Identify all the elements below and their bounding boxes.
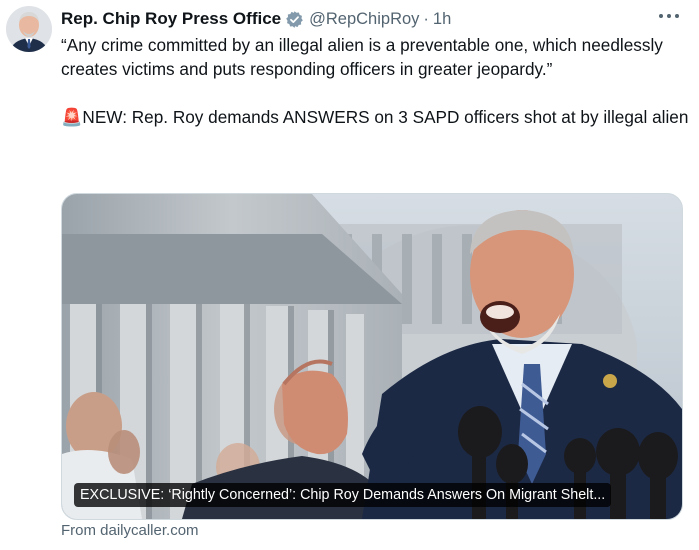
header-separator: ·	[423, 9, 429, 28]
tweet-announcement-text: NEW: Rep. Roy demands ANSWERS on 3 SAPD …	[82, 107, 689, 128]
card-headline[interactable]: EXCLUSIVE: ‘Rightly Concerned’: Chip Roy…	[74, 483, 612, 507]
verified-badge-icon[interactable]	[285, 10, 304, 29]
author-handle[interactable]: @RepChipRoy	[309, 10, 419, 29]
card-source[interactable]: From dailycaller.com	[61, 522, 199, 539]
more-horizontal-icon[interactable]	[657, 9, 681, 23]
link-card[interactable]: EXCLUSIVE: ‘Rightly Concerned’: Chip Roy…	[61, 193, 683, 520]
tweet-announcement: 🚨NEW: Rep. Roy demands ANSWERS on 3 SAPD…	[61, 105, 689, 129]
tweet-text: “Any crime committed by an illegal alien…	[61, 33, 689, 130]
author-name[interactable]: Rep. Chip Roy Press Office	[61, 9, 281, 29]
tweet-quote: “Any crime committed by an illegal alien…	[61, 35, 663, 80]
police-light-emoji: 🚨	[61, 107, 83, 128]
card-photo	[62, 194, 682, 519]
author-avatar[interactable]	[6, 6, 52, 52]
avatar-image	[6, 6, 52, 52]
tweet-header: Rep. Chip Roy Press Office @RepChipRoy ·…	[61, 8, 685, 30]
tweet-timestamp[interactable]: 1h	[433, 10, 451, 29]
